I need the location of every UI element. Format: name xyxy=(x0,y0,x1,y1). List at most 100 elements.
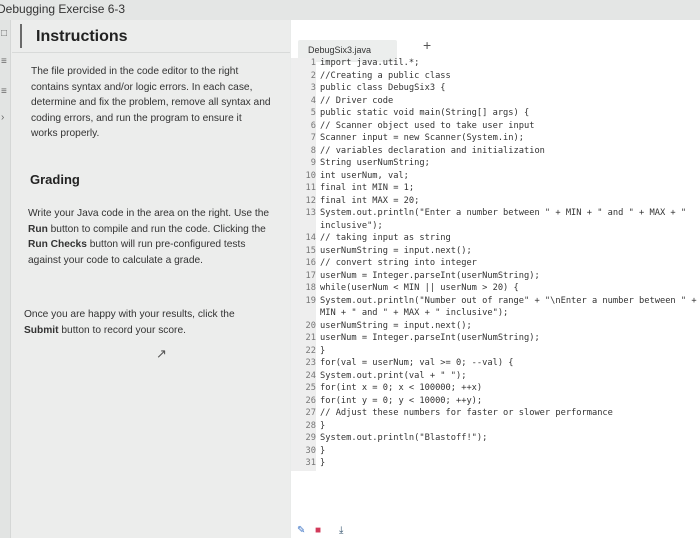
top-bar: Debugging Exercise 6-3 xyxy=(0,0,700,20)
add-tab-icon[interactable]: + xyxy=(423,37,431,53)
code-line[interactable]: MIN + " and " + MAX + " inclusive"); xyxy=(291,308,700,321)
code-text[interactable]: // Scanner object used to take user inpu… xyxy=(320,121,534,131)
line-number: 24 xyxy=(291,370,316,383)
code-line[interactable]: 27 // Adjust these numbers for faster or … xyxy=(291,408,700,421)
code-text[interactable]: Scanner input = new Scanner(System.in); xyxy=(320,133,524,143)
code-text[interactable]: } xyxy=(320,421,325,431)
code-text[interactable]: userNum = Integer.parseInt(userNumString… xyxy=(320,333,540,343)
square-icon[interactable]: ■ xyxy=(315,525,321,536)
submit-keyword: Submit xyxy=(24,324,59,336)
code-line[interactable]: 10 int userNum, val; xyxy=(291,170,700,183)
code-text[interactable]: } xyxy=(320,446,325,456)
line-number: 27 xyxy=(291,408,316,421)
code-line[interactable]: 29 System.out.println("Blastoff!"); xyxy=(291,433,700,446)
panel-toggle-icon[interactable]: □ xyxy=(1,28,7,39)
code-text[interactable]: int userNum, val; xyxy=(320,171,409,181)
chevron-right-icon[interactable]: › xyxy=(1,112,4,123)
code-line[interactable]: 2 //Creating a public class xyxy=(291,70,700,83)
code-line[interactable]: 14 // taking input as string xyxy=(291,233,700,246)
line-number: 31 xyxy=(291,458,316,471)
code-line[interactable]: 4 // Driver code xyxy=(291,95,700,108)
grading-text-part: Write your Java code in the area on the … xyxy=(28,208,270,219)
code-text[interactable]: inclusive"); xyxy=(320,221,383,231)
code-line[interactable]: 23 for(val = userNum; val >= 0; --val) { xyxy=(291,358,700,371)
line-number: 28 xyxy=(291,420,316,433)
list-icon[interactable]: ≡ xyxy=(1,86,7,97)
code-line[interactable]: 7 Scanner input = new Scanner(System.in); xyxy=(291,133,700,146)
code-line[interactable]: 11 final int MIN = 1; xyxy=(291,183,700,196)
code-line[interactable]: 28} xyxy=(291,420,700,433)
line-number: 19 xyxy=(291,295,316,308)
download-icon[interactable]: ⤓ xyxy=(339,525,343,536)
code-text[interactable]: userNumString = input.next(); xyxy=(320,321,472,331)
code-text[interactable]: userNum = Integer.parseInt(userNumString… xyxy=(320,271,540,281)
line-number: 12 xyxy=(291,195,316,208)
code-line[interactable]: 24 System.out.print(val + " "); xyxy=(291,370,700,383)
code-line[interactable]: 9 String userNumString; xyxy=(291,158,700,171)
code-editor[interactable]: DebugSix3.java + 1 import java.util.*; 2 //… xyxy=(291,20,700,538)
code-text[interactable]: // convert string into integer xyxy=(320,258,477,268)
code-line[interactable]: 18 while(userNum < MIN || userNum > 20) { xyxy=(291,283,700,296)
line-number: 23 xyxy=(291,358,316,371)
menu-icon[interactable]: ≡ xyxy=(1,56,7,67)
code-line[interactable]: 13 System.out.println("Enter a number bet… xyxy=(291,208,700,221)
line-number xyxy=(291,308,316,321)
code-text[interactable]: for(val = userNum; val >= 0; --val) { xyxy=(320,358,514,368)
code-line[interactable]: 21 userNum = Integer.parseInt(userNumStri… xyxy=(291,333,700,346)
line-number: 20 xyxy=(291,320,316,333)
submit-text: Once you are happy with your results, cl… xyxy=(24,307,268,338)
code-text[interactable]: MIN + " and " + MAX + " inclusive"); xyxy=(320,308,508,318)
code-line[interactable]: 20 userNumString = input.next(); xyxy=(291,320,700,333)
code-text[interactable]: // variables declaration and initializat… xyxy=(320,146,545,156)
instructions-header: Instructions xyxy=(12,20,290,53)
header-divider xyxy=(20,24,22,48)
code-text[interactable]: // taking input as string xyxy=(320,233,451,243)
line-number: 18 xyxy=(291,283,316,296)
code-line[interactable]: 6 // Scanner object used to take user inp… xyxy=(291,120,700,133)
code-text[interactable]: //Creating a public class xyxy=(320,71,451,81)
code-text[interactable]: final int MIN = 1; xyxy=(320,183,414,193)
code-text[interactable]: final int MAX = 20; xyxy=(320,196,419,206)
code-text[interactable]: import java.util.*; xyxy=(320,58,419,68)
code-line[interactable]: 25 for(int x = 0; x < 100000; ++x) xyxy=(291,383,700,396)
code-text[interactable]: } xyxy=(320,346,325,356)
grading-title: Grading xyxy=(30,172,80,187)
code-line[interactable]: 15 userNumString = input.next(); xyxy=(291,245,700,258)
code-text[interactable]: userNumString = input.next(); xyxy=(320,246,472,256)
code-text[interactable]: System.out.println("Blastoff!"); xyxy=(320,433,487,443)
code-line[interactable]: 31} xyxy=(291,458,700,471)
code-text[interactable]: System.out.println("Number out of range"… xyxy=(320,296,697,306)
code-text[interactable]: public static void main(String[] args) { xyxy=(320,108,529,118)
line-number: 17 xyxy=(291,270,316,283)
code-text[interactable]: // Adjust these numbers for faster or sl… xyxy=(320,408,613,418)
code-text[interactable]: // Driver code xyxy=(320,96,393,106)
code-text[interactable]: for(int x = 0; x < 100000; ++x) xyxy=(320,383,482,393)
exercise-title: Debugging Exercise 6-3 xyxy=(0,2,126,16)
code-text[interactable]: } xyxy=(320,458,325,468)
line-number: 6 xyxy=(291,120,316,133)
code-line[interactable]: 16 // convert string into integer xyxy=(291,258,700,271)
code-line[interactable]: 12 final int MAX = 20; xyxy=(291,195,700,208)
line-number: 16 xyxy=(291,258,316,271)
code-text[interactable]: for(int y = 0; y < 10000; ++y); xyxy=(320,396,482,406)
code-line[interactable]: 22} xyxy=(291,345,700,358)
code-line[interactable]: 26 for(int y = 0; y < 10000; ++y); xyxy=(291,395,700,408)
code-line[interactable]: 1 import java.util.*; xyxy=(291,58,700,71)
code-text[interactable]: while(userNum < MIN || userNum > 20) { xyxy=(320,283,519,293)
code-text[interactable]: String userNumString; xyxy=(320,158,430,168)
code-text[interactable]: System.out.println("Enter a number betwe… xyxy=(320,208,686,218)
code-line[interactable]: 8 // variables declaration and initializa… xyxy=(291,145,700,158)
line-number: 29 xyxy=(291,433,316,446)
code-area[interactable]: 1 import java.util.*; 2 //Creating a public… xyxy=(291,58,700,522)
pencil-icon[interactable]: ✎ xyxy=(297,525,305,536)
code-line[interactable]: 3 public class DebugSix3 { xyxy=(291,83,700,96)
code-line[interactable]: 19 System.out.println("Number out of rang… xyxy=(291,295,700,308)
code-line[interactable]: 17 userNum = Integer.parseInt(userNumStri… xyxy=(291,270,700,283)
line-number: 9 xyxy=(291,158,316,171)
grading-text-part: button to compile and run the code. Clic… xyxy=(47,223,266,235)
code-text[interactable]: System.out.print(val + " "); xyxy=(320,371,466,381)
code-text[interactable]: public class DebugSix3 { xyxy=(320,83,446,93)
code-line[interactable]: 30} xyxy=(291,445,700,458)
code-line[interactable]: inclusive"); xyxy=(291,220,700,233)
code-line[interactable]: 5 public static void main(String[] args) … xyxy=(291,108,700,121)
